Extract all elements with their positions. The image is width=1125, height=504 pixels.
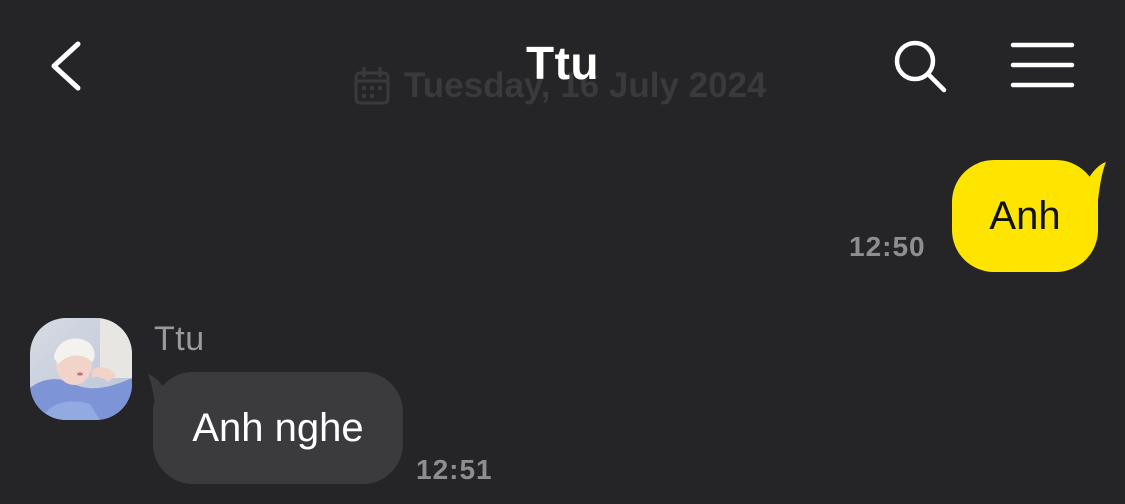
outgoing-message-text: Anh xyxy=(989,194,1061,238)
incoming-message-text: Anh nghe xyxy=(192,406,364,450)
avatar-photo xyxy=(30,318,132,420)
chat-screen: Tuesday, 16 July 2024 Ttu 12:50 Anh Ttu … xyxy=(0,0,1125,504)
sender-name: Ttu xyxy=(154,320,205,358)
message-timestamp: 12:51 xyxy=(416,454,493,485)
chat-title: Ttu xyxy=(525,37,599,89)
avatar[interactable] xyxy=(30,318,132,420)
message-timestamp: 12:50 xyxy=(849,231,926,262)
